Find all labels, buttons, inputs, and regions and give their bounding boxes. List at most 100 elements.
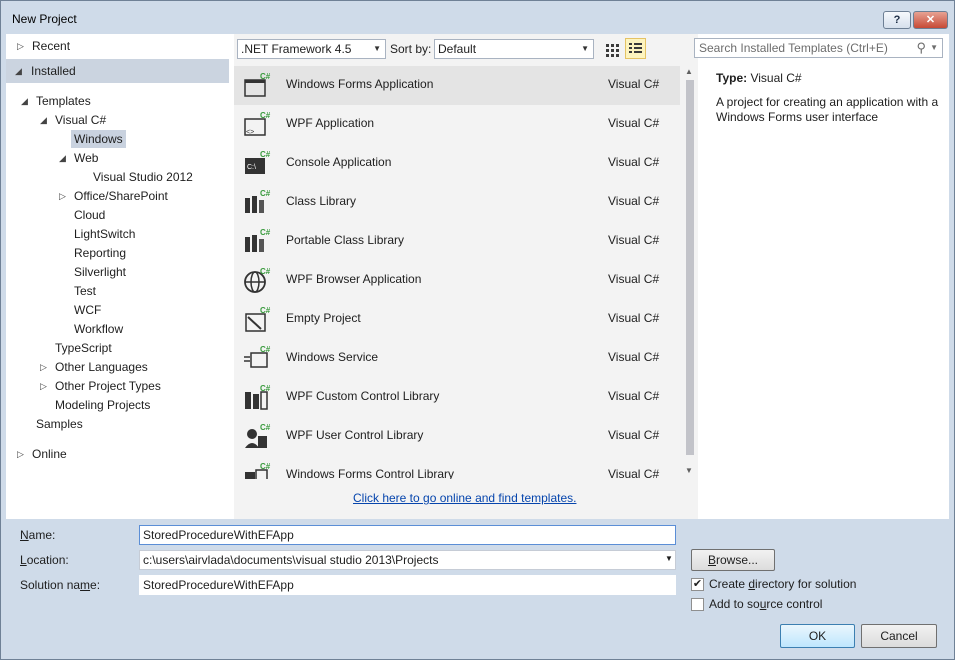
location-value: c:\users\airvlada\documents\visual studi… (143, 553, 439, 567)
list-view-button[interactable] (625, 38, 646, 59)
help-button[interactable]: ? (883, 11, 911, 29)
tree-item-label: Workflow (74, 322, 124, 336)
name-input[interactable]: StoredProcedureWithEFApp (139, 525, 676, 545)
svg-text:C#: C# (260, 384, 271, 393)
tree-item-samples[interactable]: Samples (36, 415, 83, 433)
tree-item-visual-c-[interactable]: Visual C# (55, 111, 106, 129)
tree-item-wcf[interactable]: WCF (74, 301, 101, 319)
online-section[interactable]: ▷ Online (6, 442, 229, 466)
template-row-wpf-application[interactable]: <> C# WPF Application Visual C# (234, 105, 680, 144)
tree-item-templates[interactable]: Templates (36, 92, 91, 110)
template-row-portable-class-library[interactable]: C# Portable Class Library Visual C# (234, 222, 680, 261)
installed-label: Installed (31, 64, 76, 78)
online-label: Online (32, 447, 67, 461)
template-language: Visual C# (608, 350, 660, 364)
source-control-label[interactable]: Add to source control (709, 597, 822, 611)
template-name: Console Application (286, 155, 392, 169)
online-templates-link[interactable]: Click here to go online and find templat… (353, 491, 576, 505)
scroll-up-icon[interactable]: ▲ (685, 67, 693, 76)
tree-item-label: Other Languages (55, 360, 148, 374)
sort-by-label: Sort by: (390, 42, 432, 56)
template-list[interactable]: C# Windows Forms Application Visual C# <> C#… (234, 66, 680, 479)
create-directory-checkbox[interactable]: ✔ (691, 578, 704, 591)
template-name: WPF Application (286, 116, 375, 130)
collapse-arrow-icon[interactable]: ◢ (40, 115, 47, 125)
expand-arrow-icon[interactable]: ▷ (40, 381, 47, 391)
tree-item-modeling-projects[interactable]: Modeling Projects (55, 396, 150, 414)
location-select[interactable]: c:\users\airvlada\documents\visual studi… (139, 550, 676, 570)
tree-item-workflow[interactable]: Workflow (74, 320, 123, 338)
installed-section[interactable]: ◢ Installed (6, 59, 229, 83)
svg-text:C#: C# (260, 189, 271, 198)
tree-item-visual-studio-2012[interactable]: Visual Studio 2012 (93, 168, 193, 186)
template-categories-pane: ▷ Recent ◢ Installed Templates ◢ Visual C#… (6, 34, 229, 519)
template-row-windows-forms-control-library[interactable]: C# Windows Forms Control Library Visual C# (234, 456, 680, 479)
svg-text:C#: C# (260, 72, 271, 81)
template-name: WPF Custom Control Library (286, 389, 440, 403)
template-language: Visual C# (608, 116, 660, 130)
tree-item-other-languages[interactable]: Other Languages (55, 358, 148, 376)
tree-item-lightswitch[interactable]: LightSwitch (74, 225, 135, 243)
details-pane: Type: Visual C# A project for creating a… (699, 34, 949, 519)
tree-item-web[interactable]: Web (74, 149, 98, 167)
tree-item-label: Reporting (74, 246, 127, 260)
template-row-console-application[interactable]: C:\ C# Console Application Visual C# (234, 144, 680, 183)
search-input[interactable]: Search Installed Templates (Ctrl+E) ⚲ ▼ (694, 38, 943, 58)
browse-button[interactable]: Browse... (691, 549, 775, 571)
title-bar[interactable]: New Project ? ✕ (1, 1, 954, 35)
framework-value: .NET Framework 4.5 (241, 42, 352, 56)
template-language: Visual C# (608, 272, 660, 286)
tree-item-reporting[interactable]: Reporting (74, 244, 126, 262)
collapse-arrow-icon[interactable]: ◢ (59, 153, 66, 163)
tree-item-cloud[interactable]: Cloud (74, 206, 105, 224)
tree-item-test[interactable]: Test (74, 282, 96, 300)
template-row-windows-service[interactable]: C# Windows Service Visual C# (234, 339, 680, 378)
template-language: Visual C# (608, 389, 660, 403)
tree-item-label: Modeling Projects (55, 398, 151, 412)
template-name: Empty Project (286, 311, 361, 325)
template-type: Type: Visual C# (716, 71, 802, 85)
tree-item-office-sharepoint[interactable]: Office/SharePoint (74, 187, 168, 205)
framework-select[interactable]: .NET Framework 4.5 ▼ (237, 39, 386, 59)
expand-arrow-icon[interactable]: ▷ (59, 191, 66, 201)
recent-section[interactable]: ▷ Recent (6, 34, 229, 58)
close-button[interactable]: ✕ (913, 11, 948, 29)
create-directory-label[interactable]: Create directory for solution (709, 577, 856, 591)
svg-text:<>: <> (246, 129, 254, 136)
portable-library-icon: C# (243, 227, 273, 257)
template-row-wpf-browser-application[interactable]: C# WPF Browser Application Visual C# (234, 261, 680, 300)
solution-name-label: Solution name: (20, 578, 101, 592)
search-icon[interactable]: ⚲ (916, 39, 926, 57)
new-project-dialog: New Project ? ✕ ▷ Recent ◢ Installed Tem… (0, 0, 955, 660)
chevron-down-icon[interactable]: ▼ (930, 39, 938, 57)
collapse-arrow-icon[interactable]: ◢ (21, 96, 28, 106)
template-row-windows-forms-application[interactable]: C# Windows Forms Application Visual C# (234, 66, 680, 105)
expand-arrow-icon[interactable]: ▷ (40, 362, 47, 372)
recent-label: Recent (32, 39, 71, 53)
template-row-class-library[interactable]: C# Class Library Visual C# (234, 183, 680, 222)
ok-button[interactable]: OK (780, 624, 855, 648)
tree-item-windows[interactable]: Windows (71, 130, 126, 148)
scroll-thumb[interactable] (686, 80, 694, 455)
tree-item-label: Windows (74, 132, 123, 146)
template-language: Visual C# (608, 428, 660, 442)
solution-name-input[interactable]: StoredProcedureWithEFApp (139, 575, 676, 595)
template-list-scrollbar[interactable]: ▲ ▼ (683, 66, 696, 479)
tree-item-label: Test (74, 284, 97, 298)
tree-item-other-project-types[interactable]: Other Project Types (55, 377, 161, 395)
template-name: Windows Service (286, 350, 379, 364)
template-language: Visual C# (608, 77, 660, 91)
small-icons-view-button[interactable] (602, 39, 622, 59)
name-label-rest: ame: (28, 528, 56, 542)
tree-item-typescript[interactable]: TypeScript (55, 339, 112, 357)
source-control-checkbox[interactable] (691, 598, 704, 611)
template-row-wpf-user-control-library[interactable]: C# WPF User Control Library Visual C# (234, 417, 680, 456)
chevron-down-icon[interactable]: ▼ (665, 554, 673, 563)
scroll-down-icon[interactable]: ▼ (685, 466, 693, 475)
template-row-empty-project[interactable]: C# Empty Project Visual C# (234, 300, 680, 339)
svg-text:C#: C# (260, 150, 271, 159)
sort-select[interactable]: Default ▼ (434, 39, 594, 59)
template-row-wpf-custom-control-library[interactable]: C# WPF Custom Control Library Visual C# (234, 378, 680, 417)
cancel-button[interactable]: Cancel (861, 624, 937, 648)
tree-item-silverlight[interactable]: Silverlight (74, 263, 126, 281)
